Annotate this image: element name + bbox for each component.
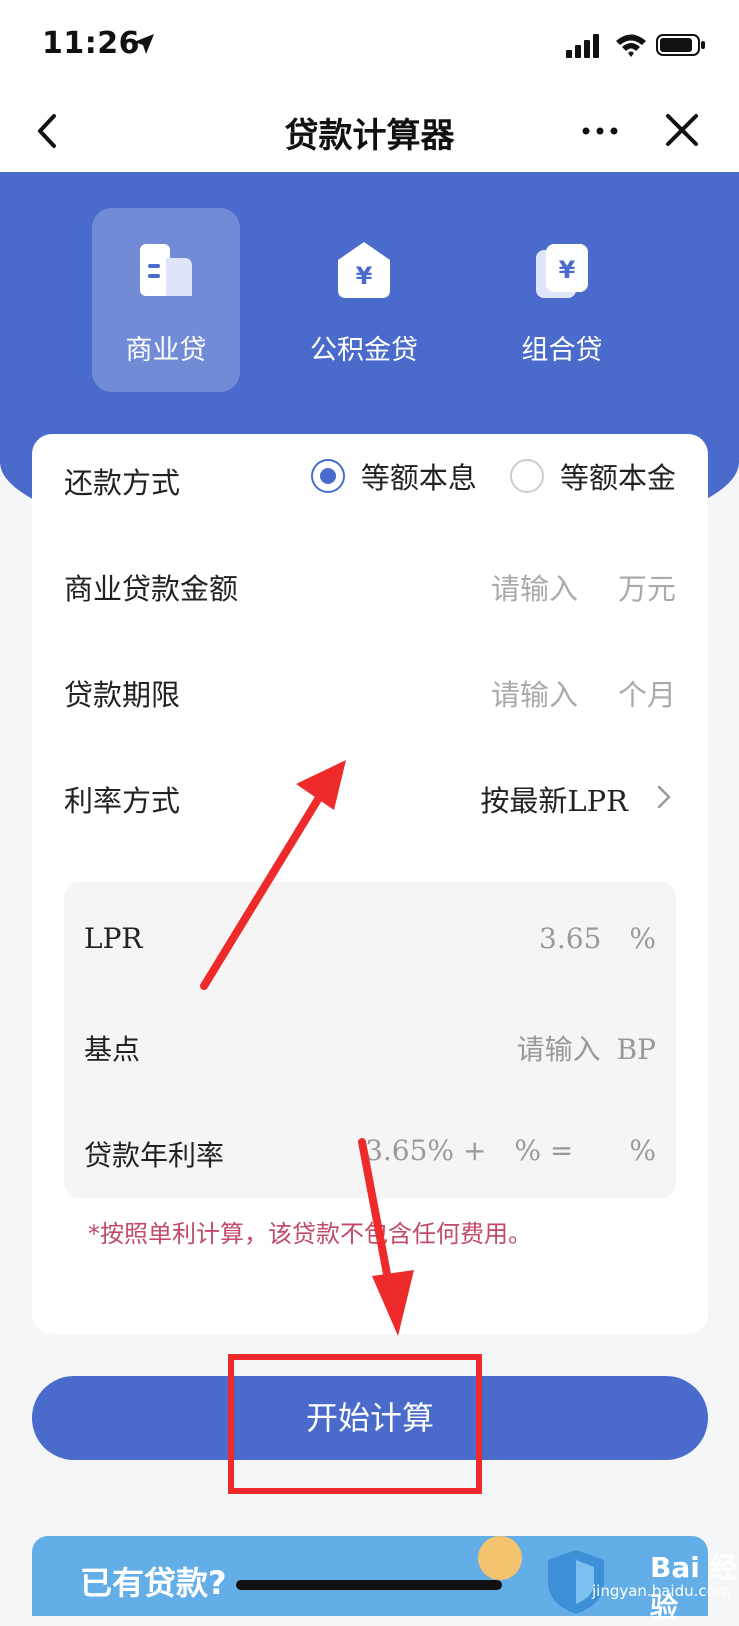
annual-rate-label: 贷款年利率 — [84, 1139, 225, 1172]
annual-rate-plus: + — [462, 1134, 487, 1167]
wifi-icon — [616, 34, 646, 57]
loan-amount-row[interactable]: 商业贷款金额 请输入 万元 — [64, 554, 676, 614]
loan-term-row[interactable]: 贷款期限 请输入 个月 — [64, 660, 676, 720]
tab-housing-fund-loan[interactable]: ¥ 公积金贷 — [290, 208, 438, 392]
coin-badge-icon — [478, 1536, 522, 1580]
existing-loan-banner[interactable]: 已有贷款? Bai 经验 jingyan.baidu.com — [32, 1536, 738, 1624]
baidu-jingyan-watermark: Bai 经验 jingyan.baidu.com — [592, 1546, 739, 1624]
annual-rate-base: 3.65% — [365, 1134, 455, 1167]
fee-note: *按照单利计算，该贷款不包含任何费用。 — [88, 1220, 532, 1248]
lpr-unit: % — [629, 922, 656, 955]
home-indicator — [236, 1580, 502, 1590]
rate-mode-row[interactable]: 利率方式 按最新LPR — [64, 766, 676, 826]
svg-text:¥: ¥ — [356, 262, 373, 290]
rate-detail-panel: LPR 3.65% 基点 请输入 BP 贷款年利率 3.65% +% =% — [64, 882, 676, 1198]
lpr-value-field[interactable]: 3.65% — [539, 922, 656, 955]
basis-points-label: 基点 — [84, 1033, 141, 1066]
battery-icon — [656, 34, 705, 56]
annual-rate-end-unit: % — [629, 1134, 656, 1167]
chevron-right-icon — [657, 785, 671, 809]
radio-unchecked-icon — [509, 459, 544, 493]
location-arrow-icon — [134, 34, 154, 54]
radio-checked-icon — [310, 459, 345, 493]
annotation-highlight-box — [228, 1354, 482, 1494]
basis-points-placeholder: 请输入 — [516, 1033, 601, 1066]
loan-amount-label: 商业贷款金额 — [64, 572, 239, 606]
loan-amount-placeholder: 请输入 — [490, 572, 578, 606]
cellular-signal-icon — [566, 34, 599, 58]
radio-label: 等额本金 — [559, 461, 676, 495]
banner-text: 已有贷款? — [80, 1564, 227, 1602]
annual-rate-row: 贷款年利率 3.65% +% =% — [84, 1124, 656, 1174]
tab-label: 组合贷 — [521, 335, 603, 366]
more-icon[interactable] — [580, 124, 620, 138]
loan-term-input[interactable]: 请输入 个月 — [491, 672, 676, 714]
svg-text:¥: ¥ — [559, 256, 576, 284]
basis-points-input[interactable]: 请输入 BP — [517, 1028, 656, 1068]
tab-combined-loan[interactable]: ¥ 组合贷 — [488, 208, 636, 392]
tab-commercial-loan[interactable]: 商业贷 — [92, 208, 240, 392]
loan-form-card: 还款方式 等额本息 等额本金 商业贷款金额 请输入 万元 贷款期限 请输入 个月 利… — [32, 434, 708, 1334]
status-bar: 11:26 — [0, 0, 739, 90]
loan-amount-input[interactable]: 请输入 万元 — [491, 566, 676, 608]
tab-label: 公积金贷 — [310, 335, 418, 366]
radio-equal-installment[interactable]: 等额本息 — [310, 456, 477, 500]
annual-rate-mid-unit: % — [514, 1134, 542, 1167]
lpr-row: LPR 3.65% — [84, 912, 656, 962]
close-icon[interactable] — [664, 112, 700, 148]
tab-label: 商业贷 — [125, 335, 207, 366]
loan-term-placeholder: 请输入 — [490, 678, 578, 712]
radio-equal-principal[interactable]: 等额本金 — [509, 456, 676, 500]
annual-rate-equals: = — [549, 1134, 574, 1167]
building-icon — [140, 244, 192, 296]
rate-mode-value: 按最新LPR — [480, 784, 628, 818]
basis-points-unit: BP — [616, 1033, 656, 1066]
nav-bar: 贷款计算器 — [0, 90, 739, 172]
lpr-value: 3.65 — [539, 922, 602, 955]
repayment-method-row: 还款方式 等额本息 等额本金 — [64, 448, 676, 508]
loan-term-unit: 个月 — [617, 678, 676, 712]
basis-points-row: 基点 请输入 BP — [84, 1018, 656, 1068]
rate-mode-label: 利率方式 — [64, 784, 181, 818]
house-yen-icon: ¥ — [338, 242, 390, 298]
repayment-method-label: 还款方式 — [64, 466, 181, 500]
loan-amount-unit: 万元 — [617, 572, 676, 606]
status-time: 11:26 — [42, 26, 140, 61]
watermark-url: jingyan.baidu.com — [592, 1582, 731, 1600]
lpr-label: LPR — [84, 922, 143, 955]
cards-yen-icon: ¥ — [536, 244, 588, 298]
radio-label: 等额本息 — [360, 461, 477, 495]
page-title: 贷款计算器 — [284, 116, 455, 156]
repayment-method-radio-group: 等额本息 等额本金 — [283, 456, 676, 500]
loan-term-label: 贷款期限 — [64, 678, 181, 712]
annual-rate-formula: 3.65% +% =% — [365, 1134, 656, 1167]
